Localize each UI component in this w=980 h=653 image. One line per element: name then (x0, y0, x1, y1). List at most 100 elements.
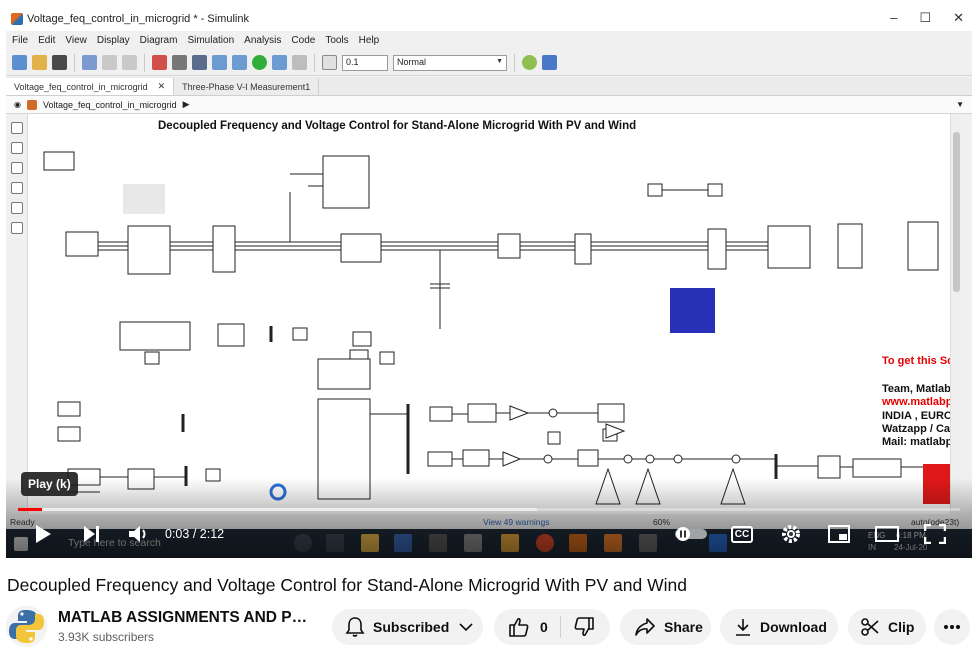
menu-analysis[interactable]: Analysis (244, 35, 281, 46)
fit-view-icon[interactable] (11, 142, 23, 154)
arrow-right-icon[interactable] (11, 162, 23, 174)
thumbs-down-icon (574, 617, 594, 637)
bell-icon (345, 617, 365, 637)
promo-line-4: INDIA , EUROP (882, 410, 960, 422)
new-model-icon[interactable] (12, 55, 27, 70)
up-arrow-icon[interactable] (122, 55, 137, 70)
download-button[interactable]: Download (720, 609, 838, 645)
play-tooltip: Play (k) (21, 472, 78, 496)
area-icon[interactable] (11, 222, 23, 234)
share-button[interactable]: Share (620, 609, 711, 645)
download-icon (736, 619, 750, 636)
promo-line-1: To get this Sou (882, 355, 961, 367)
hide-browser-icon[interactable]: ◉ (14, 100, 21, 109)
settings-button[interactable] (776, 519, 806, 549)
run-icon[interactable] (252, 55, 267, 70)
subscribed-button[interactable]: Subscribed (332, 609, 483, 645)
forward-arrow-icon[interactable] (102, 55, 117, 70)
menu-display[interactable]: Display (97, 35, 130, 46)
save-icon[interactable] (52, 55, 67, 70)
duration: 2:12 (199, 527, 225, 541)
youtube-watch-page: Voltage_feq_control_in_microgrid * - Sim… (0, 0, 980, 653)
mute-button[interactable] (122, 519, 156, 549)
signal-icon[interactable] (322, 55, 337, 70)
tab-close-icon[interactable]: ✕ (158, 81, 166, 92)
menu-simulation[interactable]: Simulation (187, 35, 234, 46)
menu-tools[interactable]: Tools (325, 35, 348, 46)
dislike-button[interactable] (573, 616, 595, 638)
step-icon[interactable] (232, 55, 247, 70)
fullscreen-button[interactable] (920, 519, 950, 549)
menu-help[interactable]: Help (359, 35, 380, 46)
blue-subsystem-block (670, 288, 715, 333)
model-config-icon[interactable] (192, 55, 207, 70)
stop-time-input[interactable]: 0.1 (342, 54, 388, 71)
menu-file[interactable]: File (12, 35, 28, 46)
model-icon (26, 99, 37, 110)
close-button[interactable]: ✕ (953, 10, 964, 26)
progress-bar[interactable] (18, 508, 960, 511)
toolbar-separator (74, 53, 75, 72)
breadcrumb-model[interactable]: Voltage_feq_control_in_microgrid (43, 100, 177, 110)
subscriber-count: 3.93K subscribers (58, 630, 155, 644)
image-icon[interactable] (11, 202, 23, 214)
maximize-button[interactable]: ☐ (919, 10, 931, 26)
scissors-icon (861, 618, 879, 636)
python-logo-icon (6, 606, 47, 647)
back-arrow-icon[interactable] (82, 55, 97, 70)
canvas-vertical-scrollbar[interactable] (950, 114, 961, 514)
grid-icon[interactable] (542, 55, 557, 70)
gear-icon[interactable] (172, 55, 187, 70)
theater-mode-button[interactable] (872, 519, 902, 549)
menu-code[interactable]: Code (291, 35, 315, 46)
progress-played (18, 508, 42, 511)
step-forward-icon[interactable] (272, 55, 287, 70)
block-diagram-drawing (43, 151, 950, 505)
theater-mode-icon (875, 526, 899, 542)
model-breadcrumb-bar: ◉ Voltage_feq_control_in_microgrid ▶ ▼ (6, 96, 972, 114)
simulink-diagram-canvas[interactable]: Decoupled Frequency and Voltage Control … (28, 114, 961, 514)
channel-avatar[interactable] (6, 606, 47, 647)
simulation-mode-select[interactable]: Normal (393, 54, 507, 71)
simulink-toolbar: 0.1 Normal (6, 50, 972, 76)
stop-icon[interactable] (292, 55, 307, 70)
more-actions-button[interactable] (934, 609, 970, 645)
video-title: Decoupled Frequency and Voltage Control … (7, 575, 687, 595)
tab-three-phase-measurement[interactable]: Three-Phase V-I Measurement1 (174, 78, 320, 95)
menu-edit[interactable]: Edit (38, 35, 55, 46)
chevron-down-icon (459, 623, 473, 632)
minimize-button[interactable]: – (890, 10, 897, 26)
play-icon (36, 525, 51, 543)
play-button[interactable] (28, 519, 58, 549)
check-icon[interactable] (522, 55, 537, 70)
miniplayer-button[interactable] (824, 519, 854, 549)
breadcrumb-dropdown-icon[interactable]: ▼ (956, 100, 964, 109)
gear-icon (782, 525, 800, 543)
progress-buffered (42, 508, 537, 511)
scrollbar-thumb[interactable] (953, 132, 960, 292)
library-browser-icon[interactable] (152, 55, 167, 70)
loading-spinner-icon (269, 483, 287, 501)
simulink-app-icon (11, 13, 23, 25)
autoplay-toggle[interactable] (672, 519, 712, 549)
menu-diagram[interactable]: Diagram (140, 35, 178, 46)
clip-label: Clip (888, 619, 915, 635)
tab-voltage-feq-control[interactable]: Voltage_feq_control_in_microgrid ✕ (6, 78, 175, 95)
skip-next-icon (84, 526, 99, 542)
download-label: Download (760, 619, 827, 635)
channel-name[interactable]: MATLAB ASSIGNMENTS AND PROJECTS (58, 609, 310, 627)
step-back-icon[interactable] (212, 55, 227, 70)
red-source-block (923, 464, 950, 504)
open-folder-icon[interactable] (32, 55, 47, 70)
video-player[interactable]: Voltage_feq_control_in_microgrid * - Sim… (6, 7, 972, 558)
annotation-icon[interactable] (11, 182, 23, 194)
zoom-in-icon[interactable] (11, 122, 23, 134)
clip-button[interactable]: Clip (848, 609, 926, 645)
promo-line-6: Mail: matlabpr (882, 436, 957, 448)
menu-view[interactable]: View (65, 35, 87, 46)
next-button[interactable] (76, 519, 106, 549)
like-button[interactable]: 0 (508, 616, 548, 638)
subtitles-button[interactable]: CC (728, 519, 756, 549)
promo-line-3: www.matlabpr (882, 396, 957, 408)
player-controls: 0:03 / 2:12 CC (6, 519, 972, 558)
